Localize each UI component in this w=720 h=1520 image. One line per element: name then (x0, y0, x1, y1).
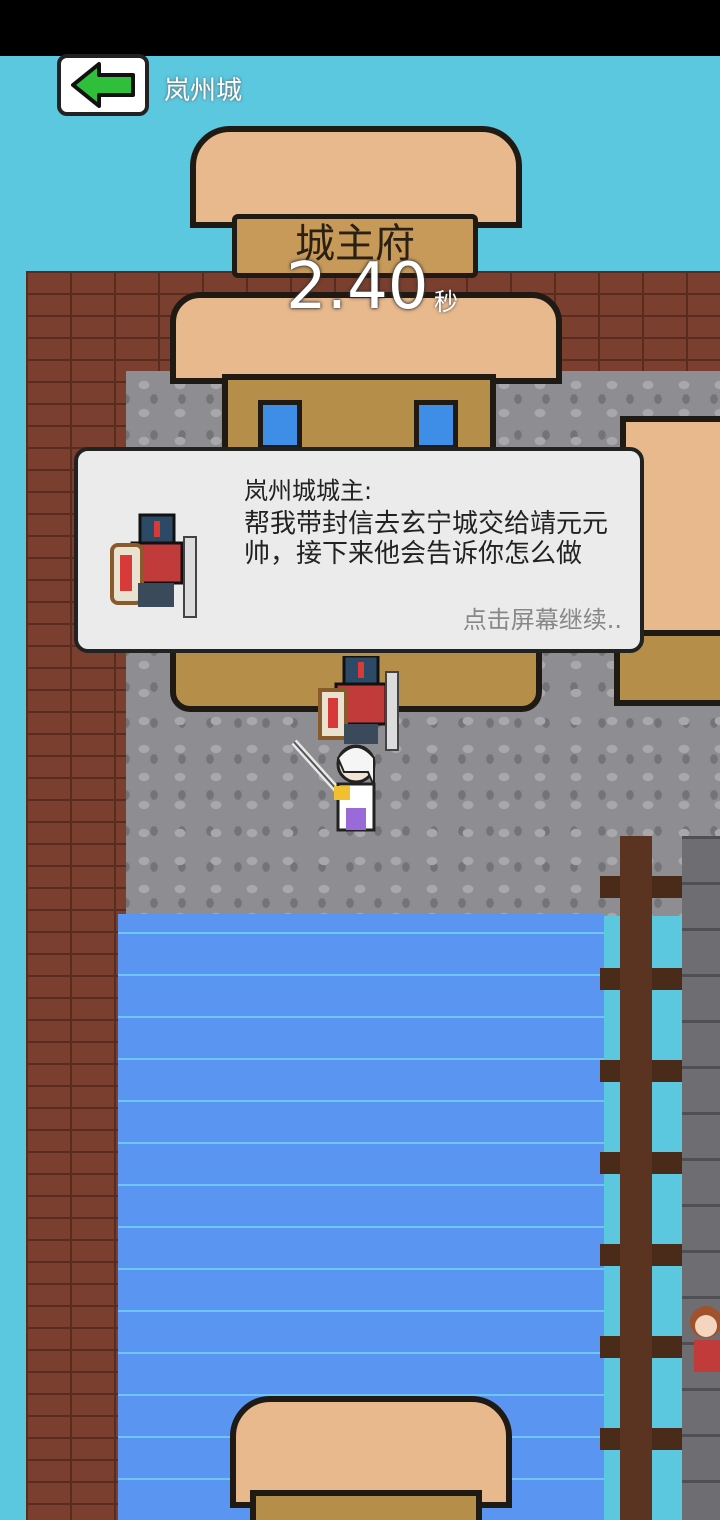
wooden-fence (600, 836, 684, 1520)
palace-window-left (258, 400, 302, 450)
bottom-pagoda-building (250, 1490, 482, 1520)
arrow-left-icon (71, 62, 135, 108)
countdown-timer-unit: 秒 (434, 288, 458, 316)
villager-npc[interactable] (688, 1300, 720, 1380)
speaker-portrait (110, 513, 197, 618)
status-bar (0, 0, 720, 56)
dialog-message: 帮我带封信去玄宁城交给靖元元帅，接下来他会告诉你怎么做 (244, 509, 609, 569)
back-button[interactable] (57, 54, 149, 116)
dialog-box[interactable]: 岚州城城主: 帮我带封信去玄宁城交给靖元元帅，接下来他会告诉你怎么做 点击屏幕继… (74, 447, 644, 653)
continue-hint: 点击屏幕继续.. (462, 606, 622, 634)
stone-wall-right (682, 836, 720, 1520)
city-name-label: 岚州城 (164, 76, 243, 106)
palace-window-right (414, 400, 458, 450)
dialog-speaker: 岚州城城主: (244, 477, 373, 505)
player-character[interactable] (290, 736, 400, 846)
countdown-timer: 2.40 (286, 250, 429, 324)
palace-roof-top (190, 126, 522, 228)
